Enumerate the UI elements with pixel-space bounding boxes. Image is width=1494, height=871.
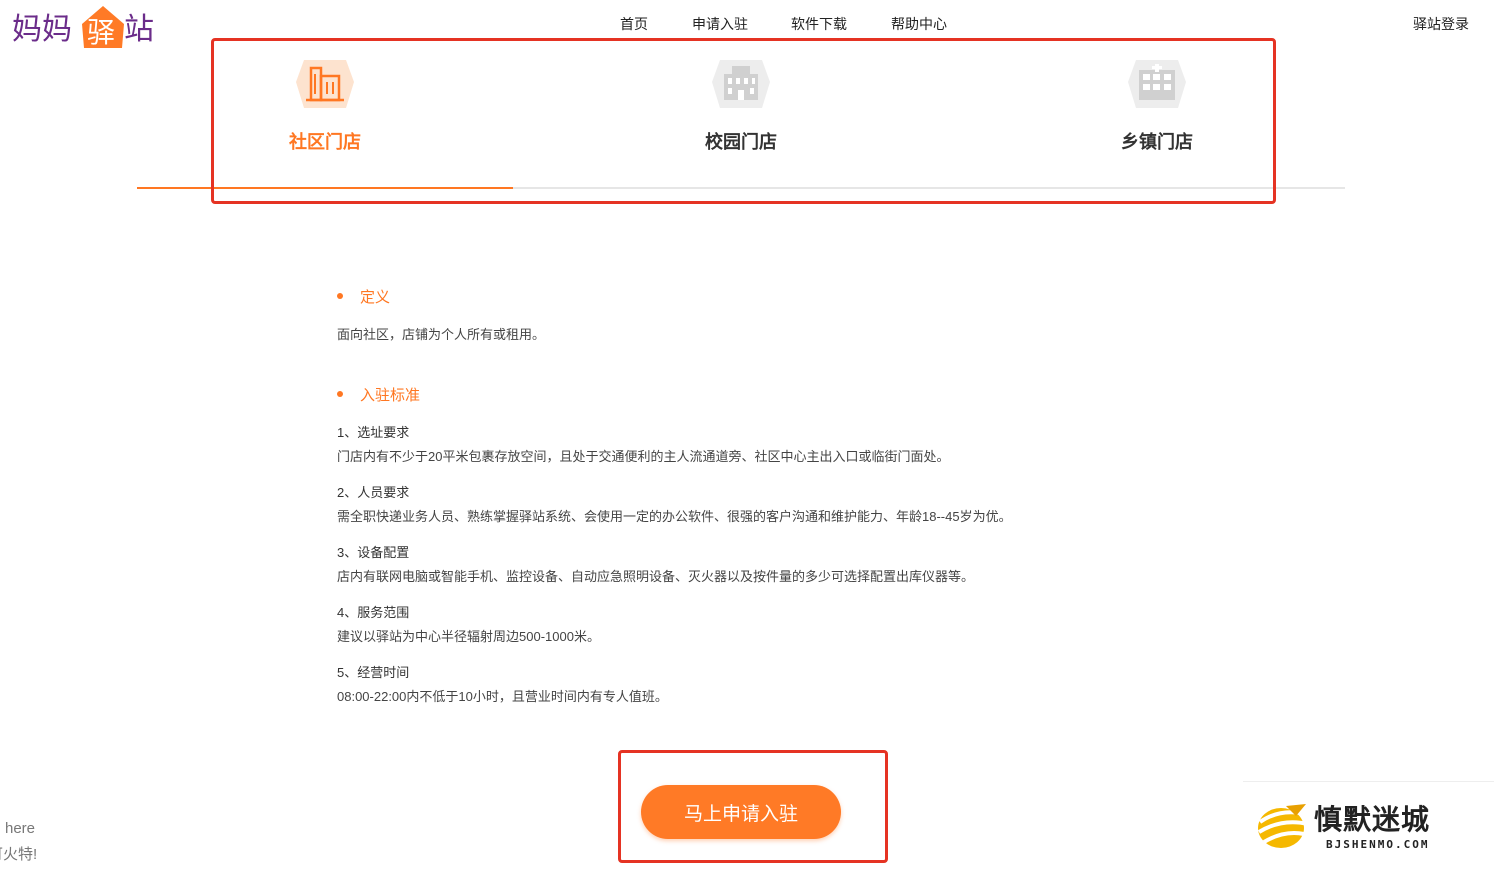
standard-item-text: 店内有联网电脑或智能手机、监控设备、自动应急照明设备、灭火器以及按件量的多少可选… <box>337 569 975 584</box>
bullet-dot-icon <box>337 391 343 397</box>
edge-text-fragment: 可火特! <box>0 846 38 863</box>
standard-item-text: 需全职快递业务人员、熟练掌握驿站系统、会使用一定的办公软件、很强的客户沟通和维护… <box>337 509 1012 524</box>
edge-text-fragment: here <box>5 820 36 837</box>
definition-text: 面向社区，店铺为个人所有或租用。 <box>337 327 546 342</box>
standard-item-text: 门店内有不少于20平米包裹存放空间，且处于交通便利的主人流通道旁、社区中心主出入… <box>337 449 950 464</box>
standard-item-heading: 1、选址要求 <box>337 425 410 440</box>
nav-home[interactable]: 首页 <box>620 14 648 34</box>
standard-item-heading: 4、服务范围 <box>337 605 410 620</box>
watermark-logo-icon <box>1257 804 1309 848</box>
bullet-dot-icon <box>337 293 343 299</box>
nav-download[interactable]: 软件下载 <box>791 14 847 34</box>
watermark-subtitle: BJSHENMO.COM <box>1326 838 1430 851</box>
login-link[interactable]: 驿站登录 <box>1413 14 1469 34</box>
top-nav: 首页 申请入驻 软件下载 帮助中心 <box>0 14 1494 34</box>
standard-item-heading: 3、设备配置 <box>337 545 410 560</box>
tabs-highlight-box <box>211 38 1276 204</box>
watermark-title: 慎默迷城 <box>1314 803 1431 836</box>
watermark-divider <box>1243 781 1494 782</box>
standard-item-heading: 2、人员要求 <box>337 485 410 500</box>
apply-now-button[interactable]: 马上申请入驻 <box>641 785 841 839</box>
nav-help[interactable]: 帮助中心 <box>891 14 947 34</box>
nav-apply[interactable]: 申请入驻 <box>692 14 748 34</box>
standard-item-text: 08:00-22:00内不低于10小时，且营业时间内有专人值班。 <box>337 689 668 704</box>
site-watermark: 慎默迷城 BJSHENMO.COM <box>1256 798 1486 858</box>
standard-item-heading: 5、经营时间 <box>337 665 410 680</box>
standard-item-text: 建议以驿站为中心半径辐射周边500-1000米。 <box>337 629 600 644</box>
